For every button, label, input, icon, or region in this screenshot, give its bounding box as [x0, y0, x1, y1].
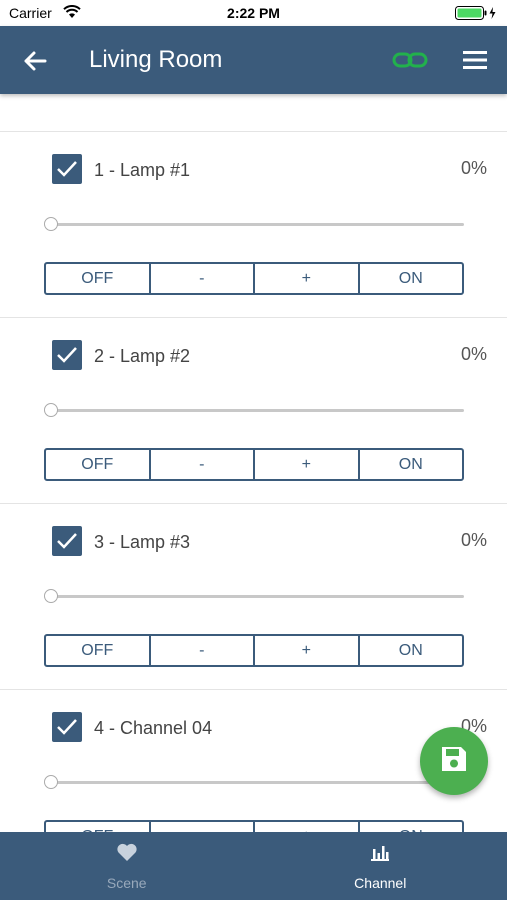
channel-list[interactable]: 1 - Lamp #1 0% OFF - + ON 2 - Lamp #2 0%… — [0, 94, 507, 832]
app-header: Living Room — [0, 26, 507, 94]
off-button[interactable]: OFF — [46, 636, 151, 665]
status-bar: Carrier 2:22 PM — [0, 0, 507, 26]
tab-label: Scene — [106, 875, 147, 891]
brightness-slider[interactable] — [44, 774, 464, 790]
channel-name: 1 - Lamp #1 — [94, 160, 191, 180]
channel-percent: 0% — [460, 530, 487, 550]
channel-button-group: OFF - + ON — [44, 634, 464, 667]
increase-button[interactable]: + — [255, 264, 360, 293]
on-button[interactable]: ON — [360, 264, 463, 293]
slider-track — [50, 409, 464, 412]
bottom-tab-bar: Scene Channel — [0, 832, 507, 900]
channel-checkbox[interactable] — [52, 340, 82, 370]
brightness-slider[interactable] — [44, 402, 464, 418]
on-button[interactable]: ON — [360, 636, 463, 665]
decrease-button[interactable]: - — [151, 450, 255, 479]
increase-button[interactable]: + — [255, 822, 360, 832]
on-button[interactable]: ON — [360, 450, 463, 479]
increase-button[interactable]: + — [255, 450, 360, 479]
decrease-button[interactable]: - — [151, 636, 255, 665]
slider-track — [50, 595, 464, 598]
bar-chart-icon — [369, 842, 391, 867]
slider-track — [50, 781, 464, 784]
brightness-slider[interactable] — [44, 216, 464, 232]
slider-thumb[interactable] — [44, 775, 58, 789]
slider-thumb[interactable] — [44, 217, 58, 231]
link-icon[interactable] — [392, 48, 428, 72]
decrease-button[interactable]: - — [151, 822, 255, 832]
channel-button-group: OFF - + ON — [44, 820, 464, 832]
channel-percent: 0% — [460, 158, 487, 178]
channel-item: 3 - Lamp #3 0% OFF - + ON — [0, 504, 507, 690]
tab-scene[interactable]: Scene — [0, 832, 254, 900]
channel-item: 2 - Lamp #2 0% OFF - + ON — [0, 318, 507, 504]
slider-thumb[interactable] — [44, 589, 58, 603]
status-time: 2:22 PM — [227, 5, 280, 21]
channel-button-group: OFF - + ON — [44, 448, 464, 481]
list-top-spacer — [0, 94, 507, 132]
channel-name: 4 - Channel 04 — [94, 718, 213, 738]
battery-icon — [455, 6, 499, 23]
channel-checkbox[interactable] — [52, 712, 82, 742]
channel-name: 3 - Lamp #3 — [94, 532, 191, 552]
off-button[interactable]: OFF — [46, 264, 151, 293]
page-title: Living Room — [89, 46, 223, 73]
channel-button-group: OFF - + ON — [44, 262, 464, 295]
channel-name: 2 - Lamp #2 — [94, 346, 191, 366]
channel-checkbox[interactable] — [52, 526, 82, 556]
slider-track — [50, 223, 464, 226]
save-icon — [439, 744, 469, 779]
channel-item: 1 - Lamp #1 0% OFF - + ON — [0, 132, 507, 318]
heart-icon — [116, 842, 138, 867]
channel-percent: 0% — [460, 344, 487, 364]
increase-button[interactable]: + — [255, 636, 360, 665]
tab-channel[interactable]: Channel — [254, 832, 507, 900]
back-arrow-icon[interactable] — [22, 48, 48, 74]
off-button[interactable]: OFF — [46, 822, 151, 832]
on-button[interactable]: ON — [360, 822, 463, 833]
channel-checkbox[interactable] — [52, 154, 82, 184]
off-button[interactable]: OFF — [46, 450, 151, 479]
slider-thumb[interactable] — [44, 403, 58, 417]
save-fab-button[interactable] — [420, 727, 488, 795]
hamburger-menu-icon[interactable] — [461, 48, 489, 72]
brightness-slider[interactable] — [44, 588, 464, 604]
tab-label: Channel — [354, 875, 407, 891]
decrease-button[interactable]: - — [151, 264, 255, 293]
